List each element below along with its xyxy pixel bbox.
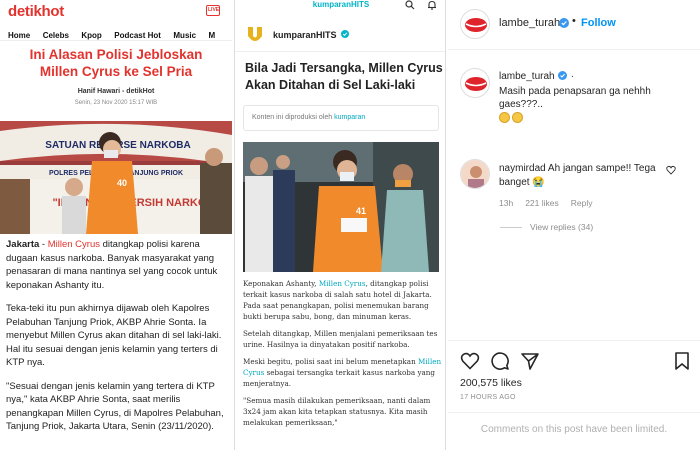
article-paragraph-1: Jakarta - Millen Cyrus ditangkap polisi … (6, 239, 218, 291)
heart-icon[interactable] (460, 351, 480, 371)
article-body: Jakarta - Millen Cyrus ditangkap polisi … (6, 238, 228, 444)
follow-button[interactable]: Follow (581, 17, 616, 29)
share-icon[interactable] (520, 351, 540, 371)
post-time: 17 HOURS AGO (460, 394, 516, 401)
comments-limited-notice: Comments on this post have been limited. (480, 424, 668, 435)
bookmark-icon[interactable] (672, 351, 692, 371)
user-photo-icon (461, 160, 489, 188)
bell-icon[interactable] (427, 0, 437, 10)
article-paragraph-3: "Sesuai dengan jenis kelamin yang terter… (6, 380, 224, 433)
lips-logo-icon (465, 77, 487, 91)
photo-shirt-number: 41 (356, 206, 366, 216)
comment-username[interactable]: naymirdad (499, 163, 546, 174)
article-paragraph-3: Meski begitu, polisi saat ini belum mene… (243, 357, 442, 388)
article-photo: 41 (243, 142, 439, 272)
content-notice: Konten ini diproduksi oleh kumparan (243, 105, 439, 131)
verified-icon (559, 18, 569, 28)
avatar[interactable] (460, 68, 490, 98)
live-label: LIVE (208, 7, 220, 13)
caption-tail: . (571, 69, 574, 80)
article-author[interactable]: Hanif Hawari - detikHot (0, 88, 232, 95)
comment-body: naymirdad Ah jangan sampe!! Tega banget … (499, 162, 669, 190)
comment-icon[interactable] (490, 351, 510, 371)
detikhot-nav: Home Celebs Kpop Podcast Hot Music M (0, 25, 232, 41)
lips-logo-icon (465, 18, 487, 32)
verified-icon (558, 71, 567, 80)
article-paragraph-4: "Semua masih dilakukan pemeriksaan, nant… (243, 396, 431, 427)
kumparan-topbar: kumparanHITS (235, 0, 445, 12)
tag-link-millen-cyrus[interactable]: Millen Cyrus (48, 239, 100, 250)
article-title: Ini Alasan Polisi Jebloskan Millen Cyrus… (29, 47, 203, 79)
view-replies-label: View replies (34) (530, 222, 594, 232)
comment-likes[interactable]: 221 likes (525, 198, 559, 208)
nav-item-podcast-hot[interactable]: Podcast Hot (114, 31, 161, 40)
caption-username[interactable]: lambe_turah (499, 71, 555, 82)
nav-item-celebs[interactable]: Celebs (43, 31, 69, 40)
article-body: Keponakan Ashanty, Millen Cyrus, ditangk… (243, 278, 443, 434)
view-replies-button[interactable]: View replies (34) (500, 222, 593, 232)
kumparan-article-panel: kumparanHITS kumparanHITS Bila Jadi Ters… (234, 0, 446, 450)
nav-item-more[interactable]: M (209, 31, 216, 40)
instagram-post-panel: lambe_turah • Follow lambe_turah . Masih… (448, 0, 700, 450)
article-title: Bila Jadi Tersangka, Millen Cyrus Akan D… (245, 61, 443, 92)
comment-age: 13h (499, 198, 514, 208)
photo-shirt-number: 40 (117, 178, 127, 188)
article-date: Senin, 23 Nov 2020 15:17 WIB (74, 100, 158, 106)
caption-emoji (499, 110, 539, 123)
avatar[interactable] (460, 159, 490, 189)
separator-dot: • (572, 15, 576, 27)
caption-text: Masih pada penapsaran ga nehhh gaes???.. (499, 86, 651, 110)
emoji-icon (512, 112, 523, 123)
article-paragraph-1: Keponakan Ashanty, Millen Cyrus, ditangk… (243, 279, 432, 321)
heart-icon[interactable] (666, 165, 676, 175)
channel-name[interactable]: kumparanHITS (273, 30, 337, 40)
avatar[interactable] (460, 9, 490, 39)
kumparan-link[interactable]: kumparan (334, 114, 365, 121)
action-bar (448, 340, 700, 380)
detikhot-article-panel: detikhot LIVE Home Celebs Kpop Podcast H… (0, 0, 232, 450)
article-photo: SATUAN RESERSE NARKOBA POLRES PELABUHAN … (0, 121, 232, 234)
post-header: lambe_turah • Follow (448, 0, 700, 50)
live-tv-icon[interactable]: LIVE (206, 5, 220, 16)
article-paragraph-2: Teka-teki itu pun akhirnya dijawab oleh … (6, 303, 222, 368)
nav-item-music[interactable]: Music (173, 31, 196, 40)
article-paragraph-2: Setelah ditangkap, Millen menjalani peme… (243, 329, 438, 349)
kumparan-logo-icon[interactable] (245, 24, 265, 44)
detikhot-logo[interactable]: detikhot (8, 3, 64, 20)
search-icon[interactable] (405, 0, 415, 10)
tag-link-millen-cyrus[interactable]: Millen Cyrus (319, 279, 366, 288)
comment-meta: 13h 221 likes Reply (499, 198, 604, 208)
emoji-icon (499, 112, 510, 123)
nav-item-kpop[interactable]: Kpop (81, 31, 101, 40)
divider (500, 227, 522, 229)
detikhot-topbar: detikhot LIVE (0, 0, 232, 22)
verified-icon (341, 30, 349, 38)
dateline: Jakarta (6, 239, 40, 250)
nav-item-home[interactable]: Home (8, 31, 30, 40)
kumparan-channel-header: kumparanHITS (235, 14, 445, 52)
post-username[interactable]: lambe_turah (499, 17, 560, 29)
like-count[interactable]: 200,575 likes (460, 377, 522, 389)
reply-button[interactable]: Reply (571, 198, 593, 208)
